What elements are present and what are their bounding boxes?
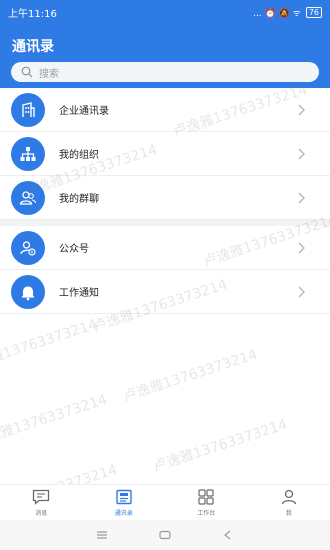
search-placeholder: 搜索 <box>39 68 59 80</box>
home-icon[interactable] <box>158 530 172 540</box>
org-chart-icon <box>11 136 45 171</box>
back-icon[interactable] <box>221 530 235 540</box>
watermark: 卢逸雅13763373214 <box>121 346 260 406</box>
chevron-right-icon <box>292 282 312 302</box>
app-header: 通讯录 搜索 <box>0 24 330 88</box>
workbench-icon <box>198 488 214 505</box>
list-item-label: 公众号 <box>59 244 89 255</box>
status-time: 上午11:16 <box>8 8 57 20</box>
list-item-official-accounts[interactable]: 公众号 <box>0 226 330 270</box>
profile-icon <box>281 489 296 504</box>
system-nav-bar <box>0 520 330 550</box>
list-item-my-group-chats[interactable]: 我的群聊 <box>0 176 330 220</box>
watermark: 卢逸雅13763373214 <box>0 391 110 451</box>
tab-me[interactable]: 我 <box>248 485 330 520</box>
message-icon <box>33 489 50 505</box>
bottom-tab-bar: 消息 通讯录 工作台 我 <box>0 484 330 520</box>
status-icons: ... ⏰ 🔕 ᯤ 76 <box>253 6 322 19</box>
tab-label: 消息 <box>35 509 48 517</box>
chevron-right-icon <box>292 144 312 164</box>
page-title: 通讯录 <box>12 39 54 55</box>
list-item-label: 我的组织 <box>59 150 99 161</box>
tab-label: 工作台 <box>197 509 216 517</box>
chevron-right-icon <box>292 188 312 208</box>
watermark: 卢逸雅13763373214 <box>151 416 290 476</box>
list-item-my-organization[interactable]: 我的组织 <box>0 132 330 176</box>
status-bar: 上午11:16 ... ⏰ 🔕 ᯤ 76 <box>0 0 330 24</box>
official-account-icon <box>11 230 45 265</box>
menu-icon[interactable] <box>95 530 109 540</box>
search-icon <box>21 66 33 78</box>
tab-messages[interactable]: 消息 <box>0 485 83 520</box>
watermark: 卢逸雅13763373214 <box>0 316 100 376</box>
building-icon <box>11 92 45 127</box>
search-input[interactable]: 搜索 <box>11 62 319 82</box>
tab-contacts[interactable]: 通讯录 <box>83 485 166 520</box>
chevron-right-icon <box>292 238 312 258</box>
chevron-right-icon <box>292 100 312 120</box>
list-item-label: 我的群聊 <box>59 194 99 205</box>
tab-workbench[interactable]: 工作台 <box>165 485 248 520</box>
contacts-list: 企业通讯录 我的组织 我的群聊 公众号 工作通知 <box>0 88 330 314</box>
tab-label: 我 <box>285 509 292 517</box>
group-chat-icon <box>11 180 45 215</box>
list-item-work-notifications[interactable]: 工作通知 <box>0 270 330 314</box>
list-item-enterprise-contacts[interactable]: 企业通讯录 <box>0 88 330 132</box>
status-indicators: ... ⏰ 🔕 ᯤ <box>253 8 301 19</box>
contacts-icon <box>116 489 132 504</box>
list-item-label: 企业通讯录 <box>59 106 109 117</box>
tab-label: 通讯录 <box>114 509 133 517</box>
list-item-label: 工作通知 <box>59 288 99 299</box>
bell-icon <box>11 274 45 309</box>
battery-icon: 76 <box>305 6 322 18</box>
